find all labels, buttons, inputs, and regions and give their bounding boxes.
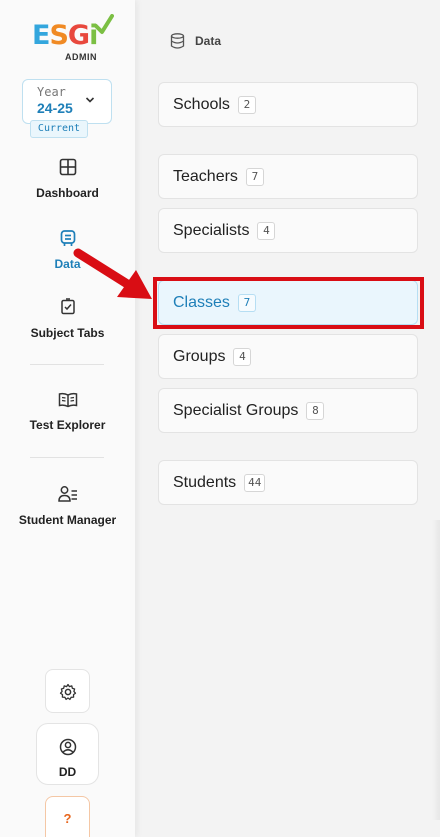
logo-letter-e: E xyxy=(32,20,50,51)
profile-initials: DD xyxy=(58,765,77,779)
settings-button[interactable] xyxy=(45,669,90,713)
nav-label: Test Explorer xyxy=(29,418,106,432)
sidebar: ESGi ADMIN Year 24-25 Current Dashboard … xyxy=(0,0,135,837)
data-row-specialists[interactable]: Specialists 4 xyxy=(158,208,418,253)
chevron-down-icon xyxy=(85,96,95,107)
data-row-teachers[interactable]: Teachers 7 xyxy=(158,154,418,199)
sidebar-divider xyxy=(30,364,104,365)
count-badge: 7 xyxy=(237,293,256,312)
logo-letter-g: G xyxy=(67,20,90,51)
logo-subtitle: ADMIN xyxy=(65,52,97,62)
data-row-schools[interactable]: Schools 2 xyxy=(158,82,418,127)
user-circle-icon xyxy=(59,738,77,756)
nav-item-dashboard[interactable]: Dashboard xyxy=(0,158,135,200)
grid-icon xyxy=(59,158,76,176)
row-label: Schools xyxy=(173,95,230,113)
row-label: Classes xyxy=(173,293,230,311)
help-button[interactable]: ? xyxy=(45,796,90,837)
logo-check-icon xyxy=(94,14,114,34)
nav-label: Student Manager xyxy=(18,513,117,527)
row-label: Groups xyxy=(173,347,226,365)
profile-button[interactable]: DD xyxy=(36,723,99,785)
annotation-arrow-icon xyxy=(73,248,152,299)
nav-label: Dashboard xyxy=(36,186,99,200)
help-label: ? xyxy=(63,811,72,826)
count-badge: 44 xyxy=(244,473,266,492)
data-row-specialist-groups[interactable]: Specialist Groups 8 xyxy=(158,388,418,433)
nav-label: Subject Tabs xyxy=(30,326,105,340)
count-badge: 4 xyxy=(233,347,252,366)
count-badge: 8 xyxy=(306,401,325,420)
book-icon xyxy=(58,392,77,408)
count-badge: 7 xyxy=(245,167,264,186)
row-label: Specialists xyxy=(173,221,250,239)
sidebar-divider xyxy=(30,457,104,458)
current-year-badge: Current xyxy=(30,120,88,138)
year-selector[interactable]: Year 24-25 xyxy=(22,79,112,124)
user-list-icon xyxy=(57,486,77,502)
row-label: Students xyxy=(173,473,237,491)
data-row-classes[interactable]: Classes 7 xyxy=(158,280,418,325)
row-label: Specialist Groups xyxy=(173,401,299,419)
database-icon xyxy=(170,33,185,49)
nav-item-student-manager[interactable]: Student Manager xyxy=(0,485,135,527)
data-row-students[interactable]: Students 44 xyxy=(158,460,418,505)
edge-shadow xyxy=(432,520,440,820)
year-label: Year xyxy=(37,85,66,99)
count-badge: 4 xyxy=(257,221,276,240)
logo-letter-s: S xyxy=(49,20,68,51)
breadcrumb-label: Data xyxy=(195,34,222,48)
main-content: Data Schools 2 Teachers 7 Specialists 4 … xyxy=(135,0,440,837)
esgi-logo[interactable]: ESGi ADMIN xyxy=(32,14,114,62)
gear-icon xyxy=(59,683,77,701)
data-row-groups[interactable]: Groups 4 xyxy=(158,334,418,379)
breadcrumb: Data xyxy=(170,33,221,49)
row-label: Teachers xyxy=(173,167,238,185)
year-value: 24-25 xyxy=(37,100,73,116)
count-badge: 2 xyxy=(237,95,256,114)
nav-item-test-explorer[interactable]: Test Explorer xyxy=(0,392,135,432)
